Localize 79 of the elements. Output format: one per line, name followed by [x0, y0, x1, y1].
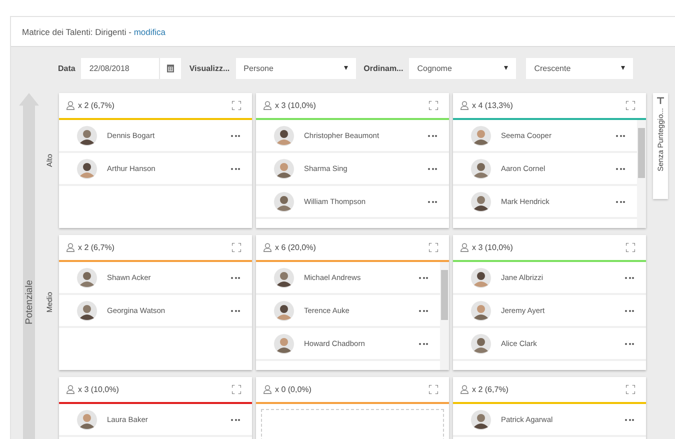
- view-label: Visualizz...: [189, 64, 230, 72]
- expand-icon[interactable]: [429, 243, 438, 252]
- avatar-icon: [77, 158, 97, 178]
- order-dropdown[interactable]: Crescente: [526, 58, 634, 78]
- count-label: x 3 (10,0%): [78, 385, 120, 394]
- count-label: x 3 (10,0%): [472, 243, 514, 252]
- more-icon[interactable]: [428, 198, 437, 204]
- avatar-icon: [77, 410, 97, 430]
- avatar-icon: [471, 410, 491, 430]
- avatar-icon: [274, 334, 294, 354]
- date-field[interactable]: 22/08/2018: [81, 58, 182, 78]
- more-icon[interactable]: [231, 166, 240, 172]
- sort-dropdown[interactable]: Cognome: [409, 58, 516, 78]
- avatar-icon: [274, 300, 294, 320]
- expand-icon[interactable]: [232, 385, 241, 394]
- person-icon: [66, 243, 75, 252]
- count-label: x 2 (6,7%): [78, 243, 116, 252]
- avatar-icon: [471, 126, 491, 146]
- expand-icon[interactable]: [429, 385, 438, 394]
- date-label: Data: [58, 64, 76, 72]
- avatar-icon: [471, 192, 491, 212]
- avatar-icon: [274, 158, 294, 178]
- person-icon: [263, 385, 272, 394]
- more-icon[interactable]: [231, 308, 240, 314]
- person-icon: [66, 385, 75, 394]
- count-label: x 3 (10,0%): [275, 101, 317, 110]
- more-icon[interactable]: [231, 274, 240, 280]
- count-label: x 2 (6,7%): [78, 101, 116, 110]
- more-icon[interactable]: [419, 308, 428, 314]
- scrollbar[interactable]: [440, 262, 449, 370]
- caret-icon: [344, 66, 348, 70]
- more-icon[interactable]: [625, 340, 634, 346]
- count-label: x 2 (6,7%): [472, 385, 510, 394]
- expand-icon[interactable]: [626, 385, 635, 394]
- more-icon[interactable]: [625, 274, 634, 280]
- edit-link[interactable]: modifica: [134, 26, 166, 36]
- more-icon[interactable]: [625, 416, 634, 422]
- person-icon: [263, 101, 272, 110]
- more-icon[interactable]: [419, 274, 428, 280]
- count-label: x 6 (20,0%): [275, 243, 317, 252]
- expand-icon[interactable]: [429, 101, 438, 110]
- caret-icon: [504, 66, 508, 70]
- person-icon: [263, 243, 272, 252]
- page-title: Matrice dei Talenti: Dirigenti - modifica: [22, 26, 166, 36]
- scrollbar[interactable]: [637, 120, 646, 228]
- avatar-icon: [77, 300, 97, 320]
- more-icon[interactable]: [616, 198, 625, 204]
- avatar-icon: [471, 268, 491, 288]
- pin-icon: [657, 97, 664, 104]
- expand-icon[interactable]: [232, 101, 241, 110]
- more-icon[interactable]: [616, 132, 625, 138]
- avatar-icon: [471, 300, 491, 320]
- person-icon: [460, 243, 469, 252]
- more-icon[interactable]: [419, 340, 428, 346]
- more-icon[interactable]: [428, 132, 437, 138]
- avatar-icon: [274, 268, 294, 288]
- expand-icon[interactable]: [626, 243, 635, 252]
- person-icon: [460, 385, 469, 394]
- view-dropdown[interactable]: Persone: [236, 58, 356, 78]
- more-icon[interactable]: [231, 132, 240, 138]
- avatar-icon: [471, 334, 491, 354]
- more-icon[interactable]: [428, 166, 437, 172]
- avatar-icon: [274, 126, 294, 146]
- more-icon[interactable]: [231, 416, 240, 422]
- avatar-icon: [471, 158, 491, 178]
- count-label: x 0 (0,0%): [275, 385, 312, 394]
- caret-icon: [621, 66, 626, 70]
- axis-title: Potenziale: [24, 280, 34, 325]
- avatar-icon: [77, 126, 97, 146]
- avatar-icon: [274, 192, 294, 212]
- expand-icon[interactable]: [232, 243, 241, 252]
- person-icon: [460, 101, 469, 110]
- person-icon: [66, 101, 75, 110]
- more-icon[interactable]: [625, 308, 634, 314]
- sort-label: Ordinam...: [364, 64, 404, 72]
- more-icon[interactable]: [616, 166, 625, 172]
- count-label: x 4 (13,3%): [472, 101, 514, 110]
- avatar-icon: [77, 268, 97, 288]
- expand-icon[interactable]: [626, 101, 635, 110]
